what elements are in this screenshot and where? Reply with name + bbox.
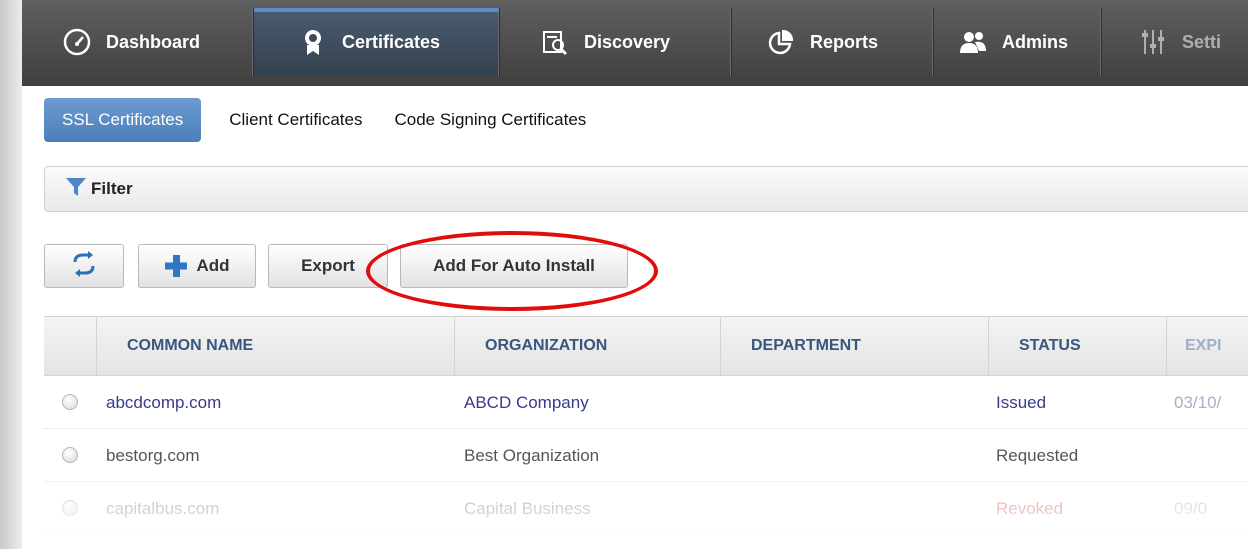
nav-tab-reports[interactable]: Reports (732, 8, 934, 76)
nav-tab-admins[interactable]: Admins (934, 8, 1102, 76)
users-icon (958, 27, 988, 57)
row-select-radio[interactable] (62, 500, 78, 516)
cell-expires: 09/0 (1174, 498, 1208, 518)
nav-tab-label: Reports (810, 31, 879, 52)
refresh-icon (71, 250, 97, 282)
cell-common-name[interactable]: bestorg.com (106, 429, 200, 482)
nav-tab-certificates[interactable]: Certificates (254, 8, 500, 76)
main-content: SSL Certificates Client Certificates Cod… (22, 86, 1248, 549)
column-header-common-name[interactable]: COMMON NAME (96, 317, 454, 375)
cell-organization: ABCD Company (464, 392, 589, 412)
add-button[interactable]: Add (138, 244, 256, 288)
column-header-department[interactable]: DEPARTMENT (720, 317, 988, 375)
nav-tab-label: Discovery (584, 31, 671, 52)
cell-status: Requested (996, 445, 1079, 465)
column-header-status[interactable]: STATUS (988, 317, 1166, 375)
filter-label: Filter (91, 179, 133, 198)
nav-tab-label: Certificates (342, 31, 441, 52)
refresh-button[interactable] (44, 244, 124, 288)
tab-ssl-certificates[interactable]: SSL Certificates (44, 98, 202, 142)
certificates-table: COMMON NAME ORGANIZATION DEPARTMENT STAT… (44, 316, 1248, 535)
nav-tab-label: Admins (1002, 31, 1069, 52)
plus-icon (164, 254, 188, 278)
table-row[interactable]: capitalbus.com Capital Business Revoked … (44, 482, 1248, 535)
column-header-expires[interactable]: EXPI (1166, 317, 1248, 375)
cell-common-name[interactable]: capitalbus.com (106, 482, 219, 535)
funnel-icon (65, 176, 87, 203)
row-select-radio[interactable] (62, 447, 78, 463)
tab-client-certificates[interactable]: Client Certificates (229, 110, 362, 130)
row-select-radio[interactable] (62, 394, 78, 410)
top-navigation-bar: Dashboard Certificates Discovery Reports… (22, 0, 1248, 86)
cell-status: Revoked (996, 498, 1064, 518)
table-row[interactable]: abcdcomp.com ABCD Company Issued 03/10/ (44, 376, 1248, 429)
nav-tab-dashboard[interactable]: Dashboard (36, 8, 254, 76)
nav-tab-discovery[interactable]: Discovery (500, 8, 732, 76)
cell-common-name[interactable]: abcdcomp.com (106, 376, 221, 429)
certificate-badge-icon (298, 27, 328, 57)
column-header-organization[interactable]: ORGANIZATION (454, 317, 720, 375)
speedometer-icon (62, 27, 92, 57)
tab-code-signing-certificates[interactable]: Code Signing Certificates (394, 110, 586, 130)
certificate-type-tabs: SSL Certificates Client Certificates Cod… (44, 98, 618, 142)
cell-status: Issued (996, 392, 1047, 412)
cell-expires: 03/10/ (1174, 392, 1222, 412)
nav-tab-label: Setti (1182, 31, 1222, 52)
left-edge-strip (0, 0, 22, 549)
table-header: COMMON NAME ORGANIZATION DEPARTMENT STAT… (44, 316, 1248, 376)
cell-organization: Capital Business (464, 498, 591, 518)
add-button-label: Add (196, 256, 230, 275)
table-row[interactable]: bestorg.com Best Organization Requested (44, 429, 1248, 482)
magnifier-document-icon (540, 27, 570, 57)
highlight-annotation-ellipse (366, 231, 658, 311)
nav-tab-settings[interactable]: Setti (1102, 8, 1248, 76)
sliders-icon (1138, 27, 1168, 57)
cell-organization: Best Organization (464, 445, 600, 465)
nav-tab-label: Dashboard (106, 31, 201, 52)
pie-chart-icon (766, 27, 796, 57)
filter-bar[interactable]: Filter (44, 166, 1248, 212)
